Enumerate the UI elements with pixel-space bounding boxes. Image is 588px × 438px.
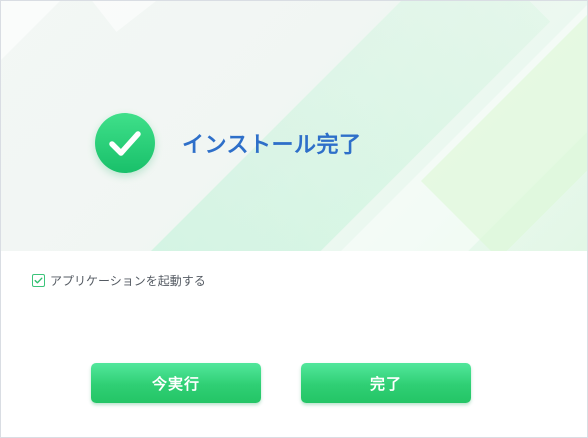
launch-app-checkbox[interactable] <box>32 274 45 287</box>
check-circle-icon <box>95 113 155 173</box>
launch-app-label: アプリケーションを起動する <box>50 274 206 288</box>
run-now-button[interactable]: 今実行 <box>91 363 261 403</box>
checkmark-icon <box>34 277 43 284</box>
hero-banner: インストール完了 <box>1 1 587 251</box>
finish-button[interactable]: 完了 <box>301 363 471 403</box>
run-now-button-label: 今実行 <box>151 375 200 393</box>
installer-window: インストール完了 アプリケーションを起動する 今実行 完了 <box>0 0 588 438</box>
launch-app-option[interactable]: アプリケーションを起動する <box>32 272 206 289</box>
install-complete-title: インストール完了 <box>182 133 362 158</box>
finish-button-label: 完了 <box>369 375 402 393</box>
banner-decoration <box>1 1 175 71</box>
